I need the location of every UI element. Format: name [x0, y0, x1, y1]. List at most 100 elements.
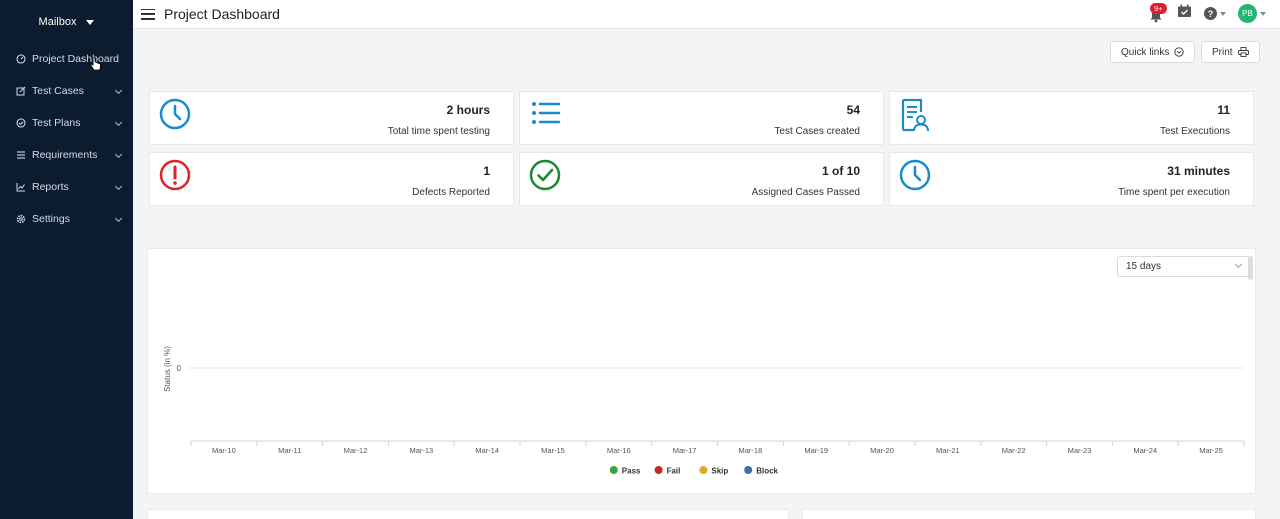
y-axis-label: Status (in %) — [163, 346, 172, 392]
stat-label: Assigned Cases Passed — [751, 187, 860, 198]
stat-card-test-cases: 54 Test Cases created — [519, 91, 884, 145]
legend-label: Fail — [667, 467, 681, 476]
stat-value: 54 — [846, 103, 860, 117]
notification-bell-button[interactable]: 9+ — [1149, 2, 1167, 22]
legend-label: Pass — [622, 467, 641, 476]
dashboard-icon — [16, 54, 26, 64]
alert-icon — [159, 159, 191, 191]
legend-marker — [654, 466, 663, 474]
stat-value: 1 of 10 — [821, 164, 860, 178]
workspace-switcher[interactable]: Mailbox — [0, 0, 133, 44]
legend-item-fail[interactable]: Fail — [654, 466, 681, 476]
sidebar-item-label: Requirements — [32, 149, 98, 161]
legend-item-skip[interactable]: Skip — [699, 466, 728, 476]
sidebar-item-test-cases[interactable]: Test Cases — [0, 75, 133, 107]
list-icon — [532, 102, 561, 124]
x-tick-label: Mar-12 — [344, 446, 368, 455]
check-circle-icon — [529, 159, 561, 191]
line-chart-icon — [16, 182, 26, 192]
quick-links-button[interactable]: Quick links — [1110, 41, 1196, 63]
check-circle-icon — [16, 118, 26, 128]
x-tick-label: Mar-11 — [278, 446, 301, 455]
legend-label: Block — [756, 467, 778, 476]
sidebar-item-reports[interactable]: Reports — [0, 171, 133, 203]
stat-value: 2 hours — [446, 103, 490, 117]
stat-card-defects: 1 Defects Reported — [149, 152, 514, 206]
legend-marker — [744, 466, 753, 474]
clock-icon — [159, 98, 191, 130]
legend-marker — [609, 466, 618, 474]
x-tick-label: Mar-13 — [409, 446, 433, 455]
x-tick-label: Mar-18 — [739, 446, 763, 455]
clock-icon — [899, 159, 931, 191]
gear-icon — [16, 214, 26, 224]
x-tick-label: Mar-21 — [936, 446, 960, 455]
chevron-down-icon — [114, 86, 123, 95]
quick-links-label: Quick links — [1121, 46, 1170, 58]
workspace-label: Mailbox — [38, 16, 77, 28]
status-chart: Status (in %) 0 Mar-10 Mar-11 Mar-12 Mar-13… — [163, 346, 1245, 476]
menu-toggle-icon[interactable] — [141, 8, 155, 20]
legend-item-pass[interactable]: Pass — [609, 466, 641, 476]
sidebar-item-label: Test Cases — [32, 85, 84, 97]
x-tick-label: Mar-24 — [1133, 446, 1157, 455]
edit-icon — [16, 86, 26, 96]
help-menu-button[interactable]: ? — [1204, 7, 1226, 20]
sidebar-item-label: Test Plans — [32, 117, 81, 129]
sidebar-item-test-plans[interactable]: Test Plans — [0, 107, 133, 139]
bottom-right-panel — [802, 509, 1256, 519]
stat-label: Time spent per execution — [1118, 187, 1230, 198]
notification-badge: 9+ — [1150, 2, 1167, 14]
caret-down-icon — [1220, 11, 1226, 16]
help-icon: ? — [1204, 7, 1217, 20]
x-tick-label: Mar-14 — [475, 446, 499, 455]
stat-label: Defects Reported — [412, 187, 490, 198]
sidebar-item-label: Reports — [32, 181, 69, 193]
status-chart-panel: 15 days Status (in %) 0 Mar-10 Mar-11 Mar-… — [147, 248, 1256, 494]
x-tick-label: Mar-22 — [1002, 446, 1026, 455]
report-user-icon — [901, 98, 929, 132]
sidebar-item-requirements[interactable]: Requirements — [0, 139, 133, 171]
x-tick-label: Mar-19 — [804, 446, 828, 455]
page-title: Project Dashboard — [164, 6, 280, 22]
print-button[interactable]: Print — [1201, 41, 1260, 63]
chevron-down-icon — [114, 118, 123, 127]
x-tick-label: Mar-10 — [212, 446, 236, 455]
x-tick-label: Mar-25 — [1199, 446, 1223, 455]
sidebar-item-label: Project Dashboard — [32, 53, 119, 65]
avatar: PB — [1238, 4, 1257, 23]
user-menu-button[interactable]: PB — [1238, 4, 1266, 23]
bottom-left-panel — [147, 509, 789, 519]
chevron-down-icon — [114, 214, 123, 223]
x-tick-label: Mar-20 — [870, 446, 894, 455]
stat-card-time-per-execution: 31 minutes Time spent per execution — [889, 152, 1254, 206]
x-tick-label: Mar-23 — [1068, 446, 1092, 455]
list-icon — [16, 150, 26, 160]
legend-marker — [699, 466, 708, 474]
sidebar-item-settings[interactable]: Settings — [0, 203, 133, 235]
stat-card-test-executions: 11 Test Executions — [889, 91, 1254, 145]
stat-label: Test Executions — [1159, 126, 1230, 137]
sidebar-item-label: Settings — [32, 213, 70, 225]
stat-value: 1 — [483, 164, 490, 178]
legend-item-block[interactable]: Block — [744, 466, 779, 476]
sidebar: Mailbox Project Dashboard Test Cases Tes… — [0, 0, 133, 519]
printer-icon — [1237, 47, 1249, 57]
x-tick-label: Mar-15 — [541, 446, 565, 455]
calendar-check-icon[interactable] — [1177, 4, 1192, 23]
y-tick-label: 0 — [177, 364, 182, 373]
stat-card-total-time: 2 hours Total time spent testing — [149, 91, 514, 145]
x-tick-label: Mar-16 — [607, 446, 631, 455]
caret-down-icon — [1260, 11, 1266, 16]
caret-down-icon — [86, 19, 95, 25]
top-header: Project Dashboard 9+ ? PB — [133, 0, 1280, 29]
sidebar-item-project-dashboard[interactable]: Project Dashboard — [0, 43, 133, 75]
stat-value: 31 minutes — [1167, 164, 1230, 178]
chevron-down-icon — [114, 150, 123, 159]
stat-card-assigned-passed: 1 of 10 Assigned Cases Passed — [519, 152, 884, 206]
legend-label: Skip — [711, 467, 728, 476]
stat-label: Total time spent testing — [387, 126, 490, 137]
chevron-circle-icon — [1174, 47, 1185, 57]
stat-label: Test Cases created — [774, 126, 860, 137]
print-label: Print — [1212, 46, 1233, 58]
